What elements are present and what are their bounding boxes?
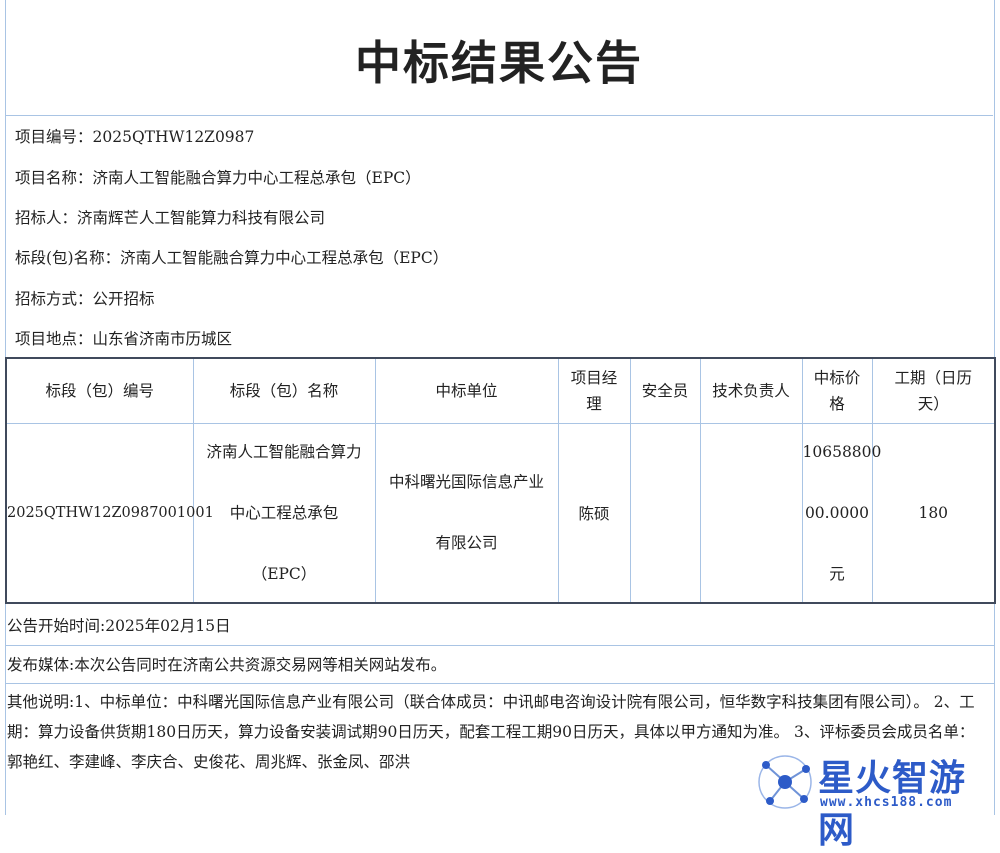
header-price: 中标价 格 [801,357,873,424]
header-tech-lead: 技术负责人 [699,357,803,424]
header-period-line1: 工期（日历 [894,369,972,387]
cell-section-name-line3: （EPC） [251,564,317,583]
notice-media: 发布媒体:本次公告同时在济南公共资源交易网等相关网站发布。 [7,656,447,674]
location-value: 山东省济南市历城区 [92,330,233,348]
project-name-row: 项目名称：济南人工智能融合算力中心工程总承包（EPC） [15,168,421,188]
project-name-label: 项目名称： [15,169,93,187]
award-table: 标段（包）编号 标段（包）名称 中标单位 项目经 理 安全员 技术负责人 中标价… [5,357,996,604]
header-section-no: 标段（包）编号 [5,357,194,424]
header-project-manager: 项目经 理 [557,357,631,424]
section-name-row: 标段(包)名称：济南人工智能融合算力中心工程总承包（EPC） [15,248,448,268]
cell-winner: 中科曙光国际信息产业 有限公司 [374,423,559,604]
tenderer-value: 济南辉芒人工智能算力科技有限公司 [77,209,326,227]
location-label: 项目地点： [15,330,93,348]
section-name-label: 标段(包)名称： [15,249,121,267]
cell-period: 180 [871,423,996,604]
header-pm-line1: 项目经 [570,369,618,387]
header-pm-line2: 理 [586,395,602,413]
table-header-row: 标段（包）编号 标段（包）名称 中标单位 项目经 理 安全员 技术负责人 中标价… [5,357,996,424]
method-row: 招标方式：公开招标 [15,289,155,309]
cell-section-no: 2025QTHW12Z0987001001 [5,423,214,604]
section-name-value: 济南人工智能融合算力中心工程总承包（EPC） [120,249,449,267]
watermark: 星火智游网 www.xhcs188.com [754,745,994,851]
cell-tech-lead [699,423,803,604]
divider [5,683,994,684]
header-section-name: 标段（包）名称 [192,357,376,424]
cell-price-line3: 元 [829,564,845,583]
cell-section-name: 济南人工智能融合算力 中心工程总承包 （EPC） [192,423,376,604]
tenderer-row: 招标人：济南辉芒人工智能算力科技有限公司 [15,208,325,228]
method-label: 招标方式： [15,290,93,308]
header-period-line2: 天） [917,395,949,413]
header-price-line1: 中标价 [813,369,861,387]
watermark-url: www.xhcs188.com [820,795,953,810]
cell-project-manager: 陈硕 [557,423,631,604]
cell-section-name-line2: 中心工程总承包 [229,503,339,522]
page-title: 中标结果公告 [355,35,643,90]
divider [5,645,994,646]
cell-safety [629,423,701,604]
project-number-value: 2025QTHW12Z0987 [92,128,255,146]
cell-price: 10658800 00.0000 元 [801,423,882,604]
cell-price-line2: 00.0000 [804,503,870,522]
table-row: 2025QTHW12Z0987001001 济南人工智能融合算力 中心工程总承包… [5,423,996,604]
cell-section-name-line1: 济南人工智能融合算力 [206,442,362,461]
project-name-value: 济南人工智能融合算力中心工程总承包（EPC） [92,169,421,187]
header-price-line2: 格 [829,395,845,413]
location-row: 项目地点：山东省济南市历城区 [15,329,232,349]
project-number-row: 项目编号：2025QTHW12Z0987 [15,127,254,147]
network-logo-icon [758,755,812,809]
project-number-label: 项目编号： [15,128,93,146]
cell-winner-line2: 有限公司 [435,534,498,552]
tenderer-label: 招标人： [15,209,78,227]
header-safety: 安全员 [629,357,701,424]
method-value: 公开招标 [92,290,155,308]
title-box: 中标结果公告 [5,0,993,116]
cell-winner-line1: 中科曙光国际信息产业 [388,473,544,491]
cell-price-line1: 10658800 [802,442,882,461]
header-winner: 中标单位 [374,357,559,424]
header-period: 工期（日历 天） [871,357,996,424]
notice-start-time: 公告开始时间:2025年02月15日 [7,617,231,635]
